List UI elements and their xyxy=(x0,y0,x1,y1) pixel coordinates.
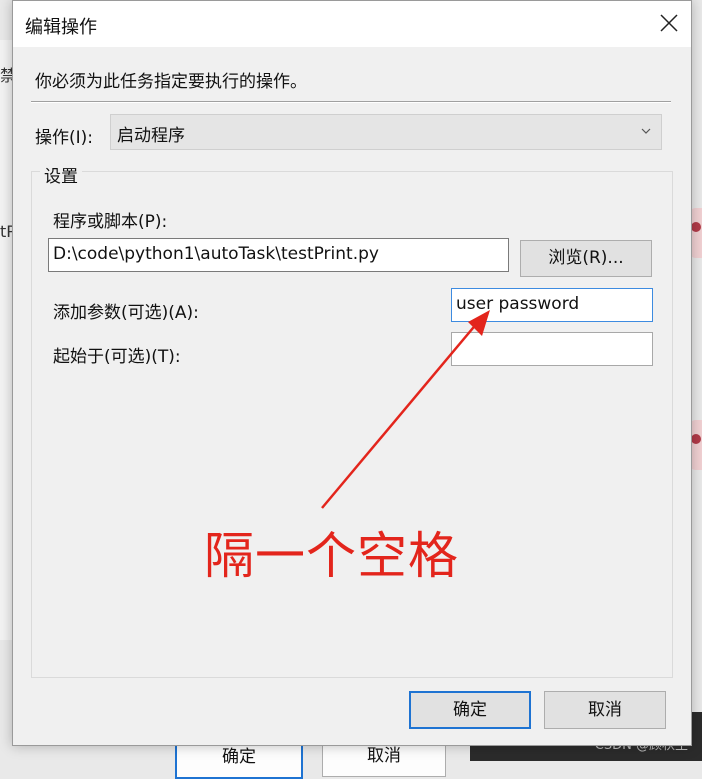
annotation-text: 隔一个空格 xyxy=(204,527,459,585)
annotation-arrow xyxy=(321,310,490,509)
